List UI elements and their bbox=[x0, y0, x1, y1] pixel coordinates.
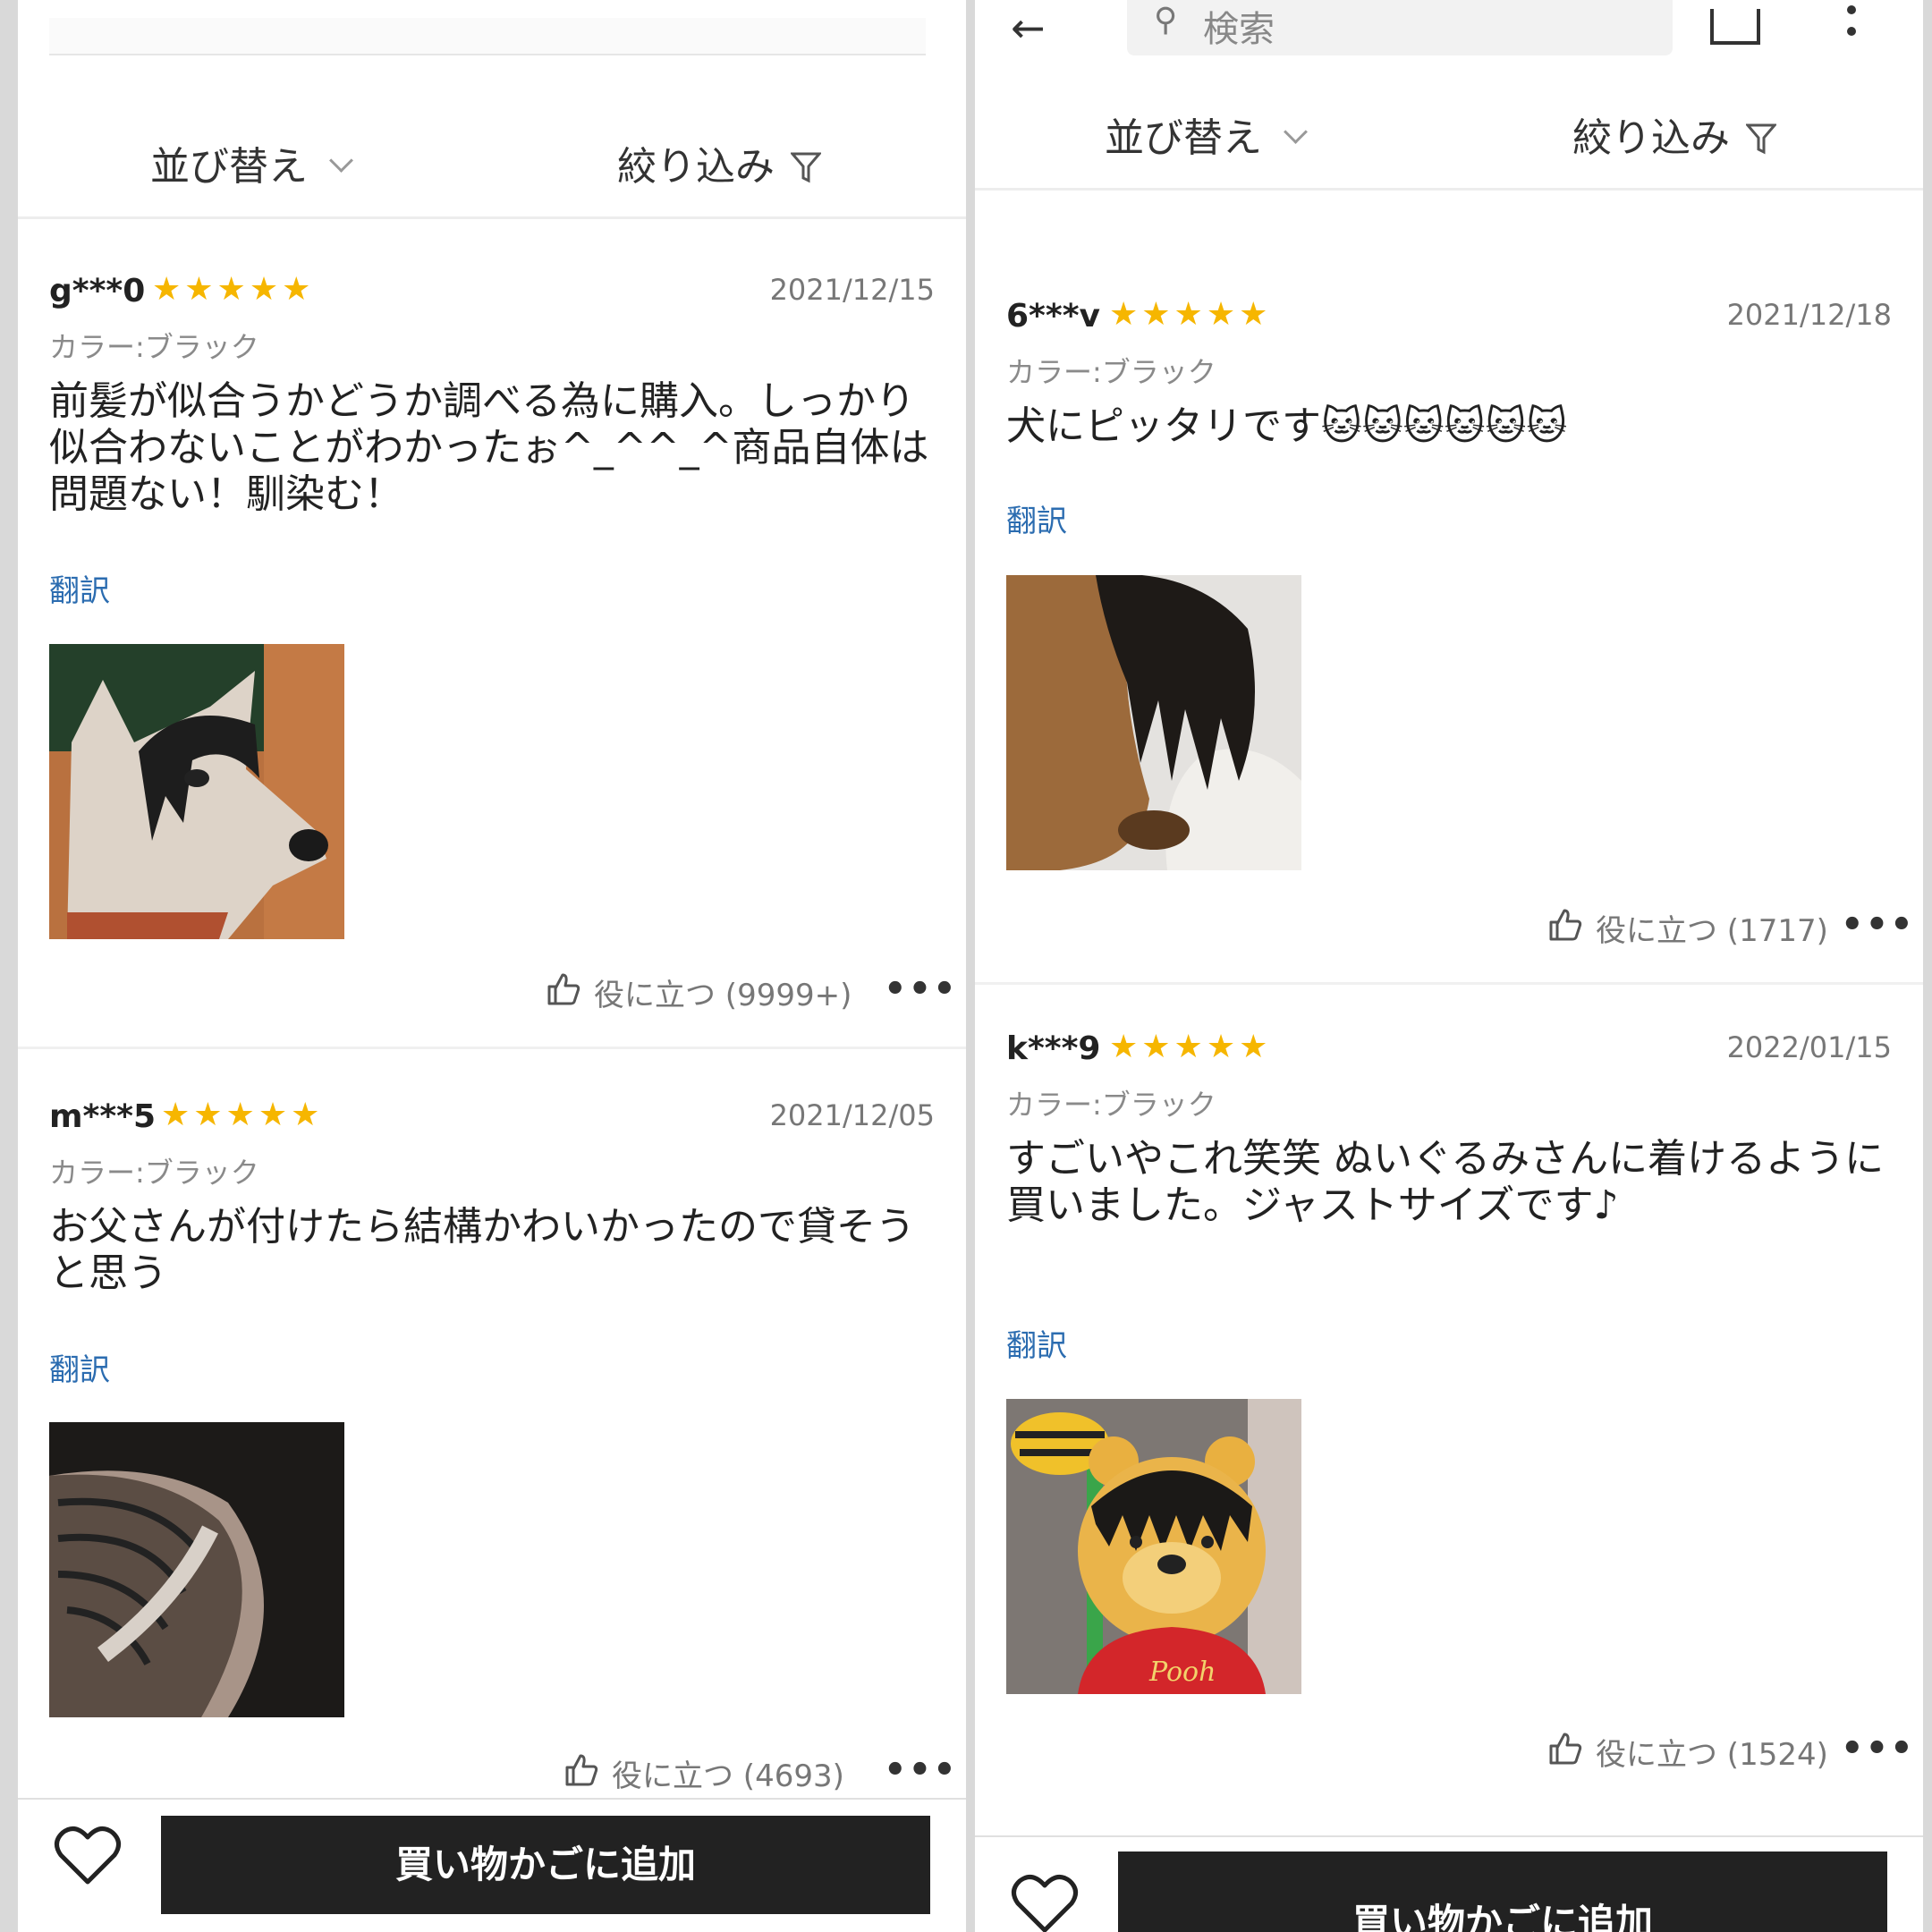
thumbs-up-icon bbox=[546, 971, 581, 1015]
dog-with-bangs-photo bbox=[49, 644, 344, 939]
top-nav-bar: ← ⚲ 検索 bbox=[975, 0, 1923, 63]
translate-link[interactable]: 翻訳 bbox=[1006, 1321, 1067, 1365]
sort-label: 並び替え bbox=[1105, 115, 1262, 161]
helpful-count: 役に立つ (4693) bbox=[612, 1758, 844, 1794]
review-text: お父さんが付けたら結構かわいかったので貸そうと思う bbox=[49, 1204, 915, 1296]
review-photo[interactable] bbox=[49, 644, 344, 939]
review-text: 犬にピッタリです🐱🐱🐱🐱🐱🐱 bbox=[1006, 403, 1568, 449]
search-input[interactable]: ⚲ 検索 bbox=[1127, 0, 1673, 55]
add-to-cart-button[interactable]: 買い物かごに追加 bbox=[1118, 1852, 1887, 1932]
review-photo[interactable] bbox=[49, 1422, 344, 1717]
review-text: すごいやこれ笑笑 ぬいぐるみさんに着けるように 買いました。ジャストサイズです♪ bbox=[1006, 1136, 1885, 1228]
review-color-variant: カラー:ブラック bbox=[49, 1156, 259, 1190]
review-username: g***0 bbox=[49, 273, 146, 309]
sort-label: 並び替え bbox=[150, 144, 308, 190]
favorite-heart-icon[interactable] bbox=[54, 1825, 122, 1891]
filter-button[interactable]: 絞り込み bbox=[1572, 106, 1778, 165]
review-date: 2022/01/15 bbox=[1726, 1030, 1892, 1064]
cart-icon[interactable] bbox=[1710, 9, 1760, 45]
search-bar[interactable] bbox=[49, 18, 926, 55]
favorite-heart-icon[interactable] bbox=[1011, 1873, 1079, 1932]
review-color-variant: カラー:ブラック bbox=[1006, 1088, 1216, 1122]
search-placeholder: 検索 bbox=[1203, 9, 1275, 50]
more-options-icon[interactable]: ••• bbox=[1841, 904, 1915, 945]
right-screen: ← ⚲ 検索 並び替え 絞り込み 6***v ★★★★★ 2021/12/18 … bbox=[975, 0, 1923, 1932]
helpful-button[interactable]: 役に立つ (4693) bbox=[564, 1751, 844, 1800]
review-username: 6***v bbox=[1006, 298, 1100, 335]
review-color-variant: カラー:ブラック bbox=[49, 330, 259, 364]
star-rating: ★★★★★ bbox=[161, 1097, 324, 1133]
translate-link[interactable]: 翻訳 bbox=[49, 1345, 110, 1389]
more-options-icon[interactable]: ••• bbox=[1841, 1728, 1915, 1769]
translate-link[interactable]: 翻訳 bbox=[1006, 496, 1067, 540]
helpful-button[interactable]: 役に立つ (1524) bbox=[1547, 1730, 1828, 1778]
pooh-shirt-label: Pooh bbox=[1148, 1657, 1216, 1688]
review-date: 2021/12/05 bbox=[769, 1098, 935, 1132]
chevron-down-icon bbox=[329, 148, 353, 173]
divider bbox=[18, 1046, 966, 1049]
overflow-menu-icon[interactable] bbox=[1847, 5, 1858, 48]
sort-filter-bar: 並び替え 絞り込み bbox=[975, 82, 1923, 191]
sort-filter-bar: 並び替え 絞り込み bbox=[18, 109, 966, 219]
sort-button[interactable]: 並び替え bbox=[1105, 106, 1308, 163]
review-text: 前髪が似合うかどうか調べる為に購入。しっかり似合わないことがわかったぉ^_^^_… bbox=[49, 378, 929, 517]
more-options-icon[interactable]: ••• bbox=[884, 969, 958, 1010]
filter-label: 絞り込み bbox=[617, 144, 775, 190]
star-rating: ★★★★★ bbox=[1109, 296, 1272, 333]
translate-link[interactable]: 翻訳 bbox=[49, 566, 110, 610]
review-color-variant: カラー:ブラック bbox=[1006, 355, 1216, 389]
review-photo[interactable]: Pooh bbox=[1006, 1399, 1301, 1694]
search-icon: ⚲ bbox=[1154, 2, 1178, 38]
review-username: k***9 bbox=[1006, 1030, 1101, 1067]
thumbs-up-icon bbox=[1547, 907, 1583, 951]
review-date: 2021/12/15 bbox=[769, 273, 935, 307]
helpful-count: 役に立つ (9999+) bbox=[594, 978, 852, 1013]
helpful-count: 役に立つ (1524) bbox=[1596, 1737, 1828, 1773]
more-options-icon[interactable]: ••• bbox=[884, 1750, 958, 1791]
helpful-button[interactable]: 役に立つ (1717) bbox=[1547, 906, 1828, 954]
divider bbox=[975, 982, 1923, 985]
wig-closeup-photo bbox=[49, 1422, 344, 1717]
bottom-action-bar: 買い物かごに追加 bbox=[975, 1835, 1923, 1932]
bottom-action-bar: 買い物かごに追加 bbox=[18, 1798, 966, 1932]
filter-label: 絞り込み bbox=[1572, 115, 1730, 161]
review-photo[interactable] bbox=[1006, 575, 1301, 870]
chevron-down-icon bbox=[1284, 120, 1308, 144]
star-rating: ★★★★★ bbox=[1109, 1029, 1272, 1065]
sort-button[interactable]: 並び替え bbox=[150, 134, 353, 191]
back-arrow-icon[interactable]: ← bbox=[1011, 7, 1046, 48]
thumbs-up-icon bbox=[1547, 1731, 1583, 1775]
star-rating: ★★★★★ bbox=[152, 271, 315, 308]
review-username: m***5 bbox=[49, 1098, 157, 1135]
thumbs-up-icon bbox=[564, 1752, 599, 1796]
left-screen: 並び替え 絞り込み g***0 ★★★★★ 2021/12/15 カラー:ブラッ… bbox=[18, 0, 966, 1932]
add-to-cart-button[interactable]: 買い物かごに追加 bbox=[161, 1816, 930, 1914]
helpful-button[interactable]: 役に立つ (9999+) bbox=[546, 970, 852, 1019]
funnel-icon bbox=[789, 148, 823, 193]
review-date: 2021/12/18 bbox=[1726, 298, 1892, 332]
dog-sleeping-with-bangs-photo bbox=[1006, 575, 1301, 870]
funnel-icon bbox=[1744, 119, 1778, 165]
helpful-count: 役に立つ (1717) bbox=[1596, 913, 1828, 949]
filter-button[interactable]: 絞り込み bbox=[617, 134, 823, 193]
pooh-plush-with-bangs-photo: Pooh bbox=[1006, 1399, 1301, 1694]
